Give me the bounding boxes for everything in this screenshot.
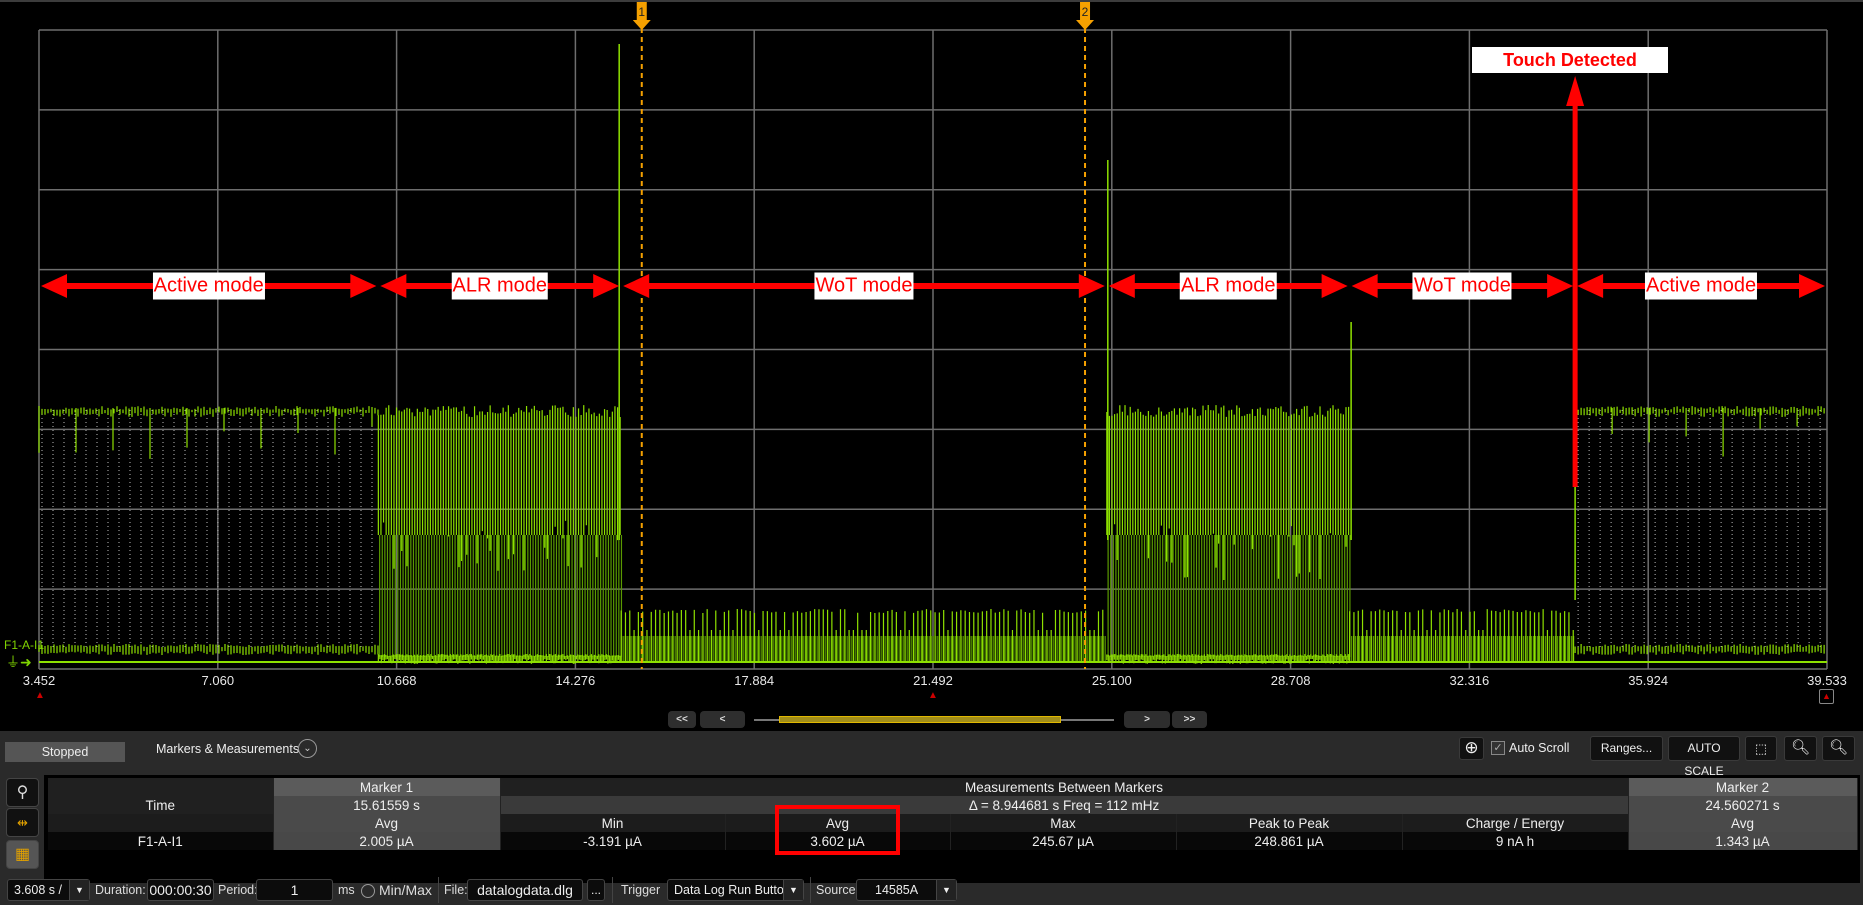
between-peak-to-peak: 248.861 µA xyxy=(1176,832,1403,850)
chevron-down-icon: ▼ xyxy=(783,880,803,900)
panel-title: Markers & Measurements xyxy=(156,742,300,756)
mode-label: ALR mode xyxy=(1179,272,1277,300)
trigger-value: Data Log Run Button xyxy=(674,883,791,897)
between-min: -3.191 µA xyxy=(500,832,726,850)
source-value: 14585A xyxy=(875,883,919,897)
auto-scroll-checkbox[interactable]: ✓ xyxy=(1491,741,1505,755)
marker-number: 2 xyxy=(1082,5,1089,19)
x-tick-label: 17.884 xyxy=(734,673,775,688)
measurement-table: Marker 1 Measurements Between Markers Mark… xyxy=(48,778,1858,850)
x-tick-label: 28.708 xyxy=(1270,673,1311,688)
marker-red-left-icon: ▲ xyxy=(35,690,45,701)
overview-scrollbar-thumb[interactable] xyxy=(779,716,1061,723)
chevron-down-icon: ▼ xyxy=(69,880,89,900)
x-tick-label: 10.668 xyxy=(376,673,417,688)
col-header: Avg xyxy=(1628,814,1858,832)
auto-scale-button[interactable]: AUTO SCALE xyxy=(1668,736,1740,778)
touch-detected-label: Touch Detected xyxy=(1472,47,1668,73)
minmax-checkbox[interactable] xyxy=(361,884,375,898)
trigger-dropdown[interactable]: Data Log Run Button ▼ xyxy=(667,879,804,901)
mode-label: Active mode xyxy=(1645,272,1758,300)
between-charge: 9 nA h xyxy=(1402,832,1629,850)
waveform-plot[interactable]: 12 xyxy=(0,0,1863,730)
probe-icon: ⚲ xyxy=(16,784,29,801)
chevron-down-icon[interactable]: ⌄ xyxy=(298,739,317,758)
time-label: Time xyxy=(48,796,274,814)
minmax-label: Min/Max xyxy=(379,882,432,898)
marker-number: 1 xyxy=(638,5,645,19)
scroll-first-button[interactable]: << xyxy=(668,711,696,728)
period-input[interactable]: 1 xyxy=(256,879,333,901)
x-tick-label: 3.452 xyxy=(22,673,56,688)
x-tick-label: 32.316 xyxy=(1449,673,1490,688)
marker1-avg: 2.005 µA xyxy=(273,832,501,850)
x-tick-label: 25.100 xyxy=(1091,673,1132,688)
marker-red-right-icon[interactable]: ▲ xyxy=(1819,689,1834,704)
browse-button[interactable]: ... xyxy=(587,879,605,901)
zoom-in-button[interactable]: 🔍︎ xyxy=(1784,736,1817,761)
auto-scroll-label: Auto Scroll xyxy=(1509,741,1570,755)
zoom-out-button[interactable]: 🔍︎ xyxy=(1822,736,1855,761)
x-tick-label: 39.533 xyxy=(1807,673,1847,688)
scroll-next-button[interactable]: > xyxy=(1124,711,1170,728)
mode-label: ALR mode xyxy=(451,272,548,300)
marker-spread-icon: ⇹ xyxy=(17,815,28,830)
col-header: Avg xyxy=(273,814,501,832)
timebase-dropdown[interactable]: 3.608 s / ▼ xyxy=(7,879,90,901)
col-header: Max xyxy=(950,814,1177,832)
crosshair-button[interactable]: ⊕ xyxy=(1459,737,1484,760)
ground-reference-icon: ⏚➜ xyxy=(6,654,32,670)
grid-icon: ▦ xyxy=(14,846,31,863)
col-header: Min xyxy=(500,814,726,832)
trigger-label: Trigger xyxy=(621,883,661,897)
marker2-avg: 1.343 µA xyxy=(1628,832,1858,850)
x-tick-label: 21.492 xyxy=(913,673,953,688)
marker2-time: 24.560271 s xyxy=(1628,796,1858,814)
scroll-last-button[interactable]: >> xyxy=(1172,711,1207,728)
chevron-down-icon: ▼ xyxy=(936,880,956,900)
x-tick-label: 7.060 xyxy=(201,673,235,688)
col-header: Charge / Energy xyxy=(1402,814,1629,832)
channel-name: F1-A-I1 xyxy=(48,832,274,850)
scroll-prev-button[interactable]: < xyxy=(700,711,745,728)
duration-input[interactable]: 000:00:30 xyxy=(147,879,214,901)
source-label: Source xyxy=(816,883,856,897)
marker-red-center-icon: ▲ xyxy=(928,690,938,701)
zoom-box-button[interactable]: ⬚ xyxy=(1745,736,1777,761)
channel-label: F1-A-I1 xyxy=(4,638,45,652)
x-tick-label: 14.276 xyxy=(555,673,596,688)
source-dropdown[interactable]: 14585A ▼ xyxy=(856,879,957,901)
x-tick-label: 35.924 xyxy=(1628,673,1669,688)
period-label: Period: xyxy=(218,883,258,897)
ranges-button[interactable]: Ranges... xyxy=(1590,736,1663,761)
marker2-header: Marker 2 xyxy=(1628,778,1858,796)
file-input[interactable]: datalogdata.dlg xyxy=(467,879,583,901)
highlight-box xyxy=(775,805,900,855)
timebase-value: 3.608 s / xyxy=(14,883,62,897)
mode-label: WoT mode xyxy=(814,272,914,300)
period-unit: ms xyxy=(338,883,355,897)
probe-icon-button[interactable]: ⚲ xyxy=(6,778,39,807)
between-header: Measurements Between Markers xyxy=(500,778,1629,796)
delta-readout: Δ = 8.944681 s Freq = 112 mHz xyxy=(500,796,1629,814)
mode-label: WoT mode xyxy=(1412,272,1512,300)
marker1-header: Marker 1 xyxy=(273,778,501,796)
status-indicator: Stopped xyxy=(5,742,125,762)
grid-icon-button[interactable]: ▦ xyxy=(6,840,39,869)
file-label: File: xyxy=(444,883,468,897)
between-max: 245.67 µA xyxy=(950,832,1177,850)
mode-label: Active mode xyxy=(152,272,265,300)
col-header: Peak to Peak xyxy=(1176,814,1403,832)
marker1-time: 15.61559 s xyxy=(273,796,501,814)
markers-icon-button[interactable]: ⇹ xyxy=(6,808,39,837)
duration-label: Duration: xyxy=(95,883,146,897)
